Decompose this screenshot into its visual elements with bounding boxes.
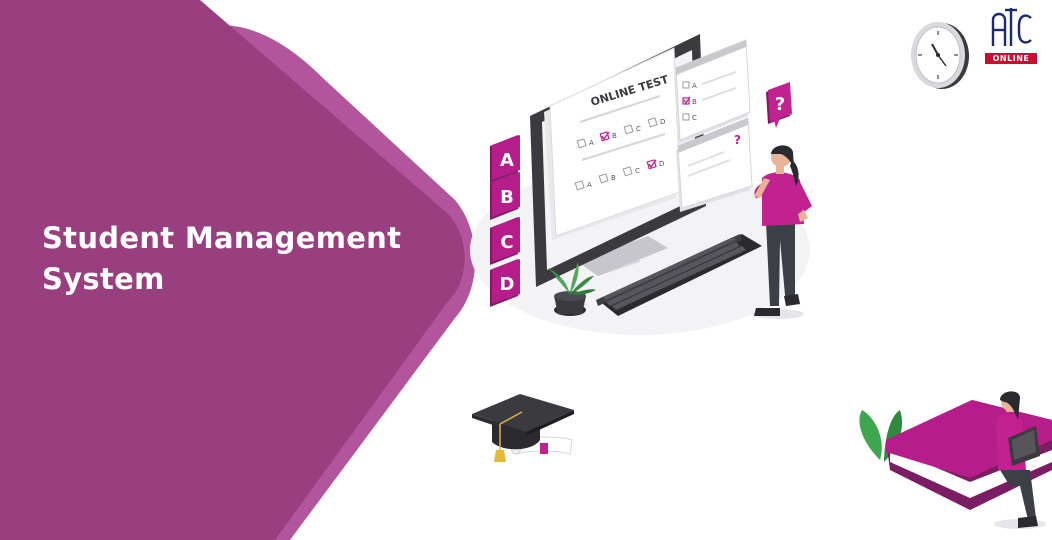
row1-option-a: A bbox=[589, 139, 594, 147]
row2-option-a: A bbox=[587, 181, 592, 189]
banner: Student Management System A B C D ONLINE… bbox=[0, 0, 1052, 540]
answer-block-a-label: A bbox=[500, 150, 514, 171]
popup-option-c: C bbox=[692, 114, 697, 122]
question-bubble: ? bbox=[766, 82, 792, 128]
clock-icon bbox=[911, 22, 969, 89]
brand-logo[interactable]: ONLINE bbox=[983, 2, 1039, 64]
row1-option-d: D bbox=[660, 118, 665, 126]
illustration: A B C D ONLINE TEST A B C D A B C D A B … bbox=[470, 22, 1052, 529]
atc-logo-mark bbox=[987, 2, 1035, 50]
row1-option-b: B bbox=[612, 132, 617, 140]
answer-block-d-label: D bbox=[500, 274, 515, 295]
question-mark-icon: ? bbox=[775, 94, 785, 115]
row2-option-d: D bbox=[659, 160, 664, 168]
leaf-decoration bbox=[859, 410, 882, 460]
answer-block-b-label: B bbox=[500, 187, 514, 208]
popup-option-b: B bbox=[692, 98, 697, 106]
logo-tagline: ONLINE bbox=[985, 53, 1037, 64]
row1-option-c: C bbox=[636, 125, 641, 133]
graduation-cap-icon bbox=[472, 394, 574, 462]
answer-block-c-label: C bbox=[500, 232, 513, 253]
popup-question-mark: ? bbox=[734, 133, 741, 147]
popup-option-a: A bbox=[692, 82, 697, 90]
row2-option-c: C bbox=[635, 167, 640, 175]
book-and-reader bbox=[859, 391, 1052, 529]
row2-option-b: B bbox=[611, 174, 616, 182]
